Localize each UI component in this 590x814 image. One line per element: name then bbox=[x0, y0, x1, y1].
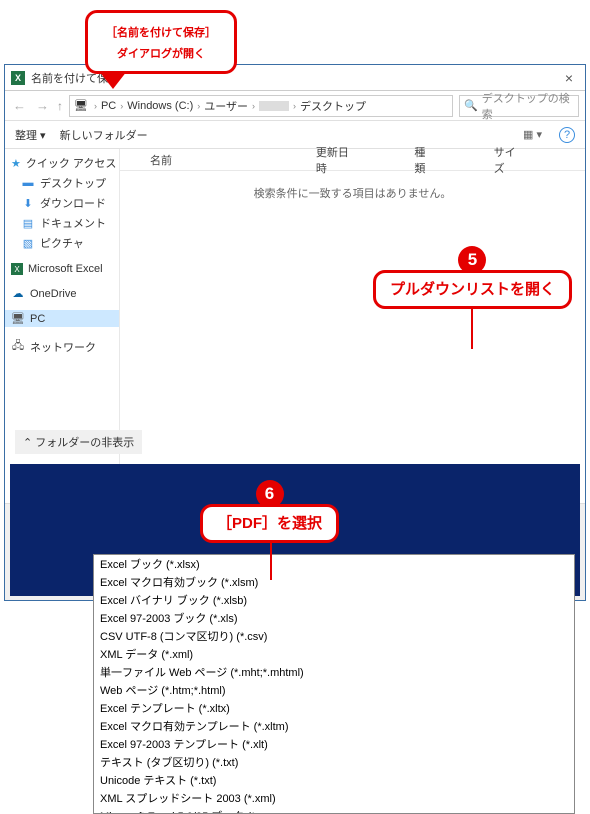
picture-icon: ▧ bbox=[21, 237, 35, 250]
help-button[interactable]: ? bbox=[559, 127, 575, 143]
pc-icon: 🖥 bbox=[74, 99, 88, 112]
sidebar-excel[interactable]: XMicrosoft Excel bbox=[5, 261, 119, 277]
sidebar-network[interactable]: 🖧ネットワーク bbox=[5, 335, 119, 358]
filetype-option[interactable]: テキスト (タブ区切り) (*.txt) bbox=[94, 753, 574, 771]
download-icon: ⬇ bbox=[21, 197, 35, 210]
filetype-option[interactable]: XML スプレッドシート 2003 (*.xml) bbox=[94, 789, 574, 807]
organize-button[interactable]: 整理 ▾ bbox=[15, 127, 46, 143]
col-name[interactable]: 名前 bbox=[150, 152, 316, 168]
forward-button[interactable]: → bbox=[34, 98, 51, 113]
desktop-icon: ▬ bbox=[21, 177, 35, 189]
breadcrumb-item[interactable]: デスクトップ bbox=[300, 98, 366, 114]
search-placeholder: デスクトップの検索 bbox=[482, 90, 574, 122]
callout-text: ［名前を付けて保存］ bbox=[106, 27, 216, 39]
breadcrumb-item[interactable]: PC bbox=[101, 100, 116, 112]
filetype-option[interactable]: Excel 97-2003 テンプレート (*.xlt) bbox=[94, 735, 574, 753]
callout-step-5: 5 プルダウンリストを開く bbox=[373, 246, 572, 349]
filetype-option[interactable]: Excel ブック (*.xlsx) bbox=[94, 555, 574, 573]
callout-pointer bbox=[99, 71, 127, 89]
callout-line bbox=[471, 307, 473, 349]
search-icon: 🔍 bbox=[464, 99, 478, 112]
filetype-option[interactable]: Microsoft Excel 5.0/95 ブック (*.x bbox=[94, 807, 574, 814]
filetype-option[interactable]: Excel マクロ有効ブック (*.xlsm) bbox=[94, 573, 574, 591]
callout-dialog-open: ［名前を付けて保存］ ダイアログが開く bbox=[85, 10, 237, 89]
filetype-option[interactable]: Excel 97-2003 ブック (*.xls) bbox=[94, 609, 574, 627]
sidebar-item-pictures[interactable]: ▧ピクチャ bbox=[5, 233, 119, 253]
search-input[interactable]: 🔍 デスクトップの検索 bbox=[459, 95, 579, 117]
column-headers: 名前 更新日時 種類 サイズ bbox=[120, 149, 585, 171]
callout-text: ［PDF］を選択 bbox=[200, 504, 339, 543]
excel-icon: X bbox=[11, 71, 25, 85]
up-button[interactable]: ↑ bbox=[57, 99, 63, 113]
breadcrumb-item[interactable]: ユーザー bbox=[204, 98, 248, 114]
filetype-option[interactable]: CSV UTF-8 (コンマ区切り) (*.csv) bbox=[94, 627, 574, 645]
callout-step-6: 6 ［PDF］を選択 bbox=[200, 480, 339, 543]
sidebar-pc[interactable]: 🖥PC bbox=[5, 310, 119, 327]
breadcrumb[interactable]: 🖥 ›PC ›Windows (C:) ›ユーザー › ›デスクトップ bbox=[69, 95, 453, 117]
filetype-option[interactable]: Excel テンプレート (*.xltx) bbox=[94, 699, 574, 717]
sidebar-item-desktop[interactable]: ▬デスクトップ bbox=[5, 173, 119, 193]
document-icon: ▤ bbox=[21, 217, 35, 230]
excel-icon: X bbox=[11, 263, 23, 275]
breadcrumb-item[interactable]: Windows (C:) bbox=[127, 100, 193, 112]
sidebar-quick-access[interactable]: ★クイック アクセス bbox=[5, 153, 119, 173]
filetype-option[interactable]: Excel マクロ有効テンプレート (*.xltm) bbox=[94, 717, 574, 735]
close-button[interactable]: × bbox=[559, 70, 579, 86]
filetype-option[interactable]: Excel バイナリ ブック (*.xlsb) bbox=[94, 591, 574, 609]
network-icon: 🖧 bbox=[11, 337, 25, 356]
filetype-option[interactable]: Web ページ (*.htm;*.html) bbox=[94, 681, 574, 699]
hide-folders-link[interactable]: ⌃ フォルダーの非表示 bbox=[15, 430, 142, 454]
sidebar-item-downloads[interactable]: ⬇ダウンロード bbox=[5, 193, 119, 213]
view-icon[interactable]: ▦ ▾ bbox=[520, 128, 545, 141]
pc-icon: 🖥 bbox=[11, 312, 25, 325]
breadcrumb-item[interactable] bbox=[259, 101, 289, 111]
callout-text: ダイアログが開く bbox=[117, 48, 205, 60]
callout-line bbox=[270, 542, 272, 580]
back-button[interactable]: ← bbox=[11, 98, 28, 113]
filetype-option[interactable]: 単一ファイル Web ページ (*.mht;*.mhtml) bbox=[94, 663, 574, 681]
filetype-options-list[interactable]: Excel ブック (*.xlsx)Excel マクロ有効ブック (*.xlsm… bbox=[93, 554, 575, 814]
new-folder-button[interactable]: 新しいフォルダー bbox=[60, 127, 148, 143]
sidebar-onedrive[interactable]: ☁OneDrive bbox=[5, 285, 119, 302]
navigation-bar: ← → ↑ 🖥 ›PC ›Windows (C:) ›ユーザー › ›デスクトッ… bbox=[5, 91, 585, 121]
star-icon: ★ bbox=[11, 157, 21, 170]
callout-text: プルダウンリストを開く bbox=[373, 270, 572, 309]
filetype-option[interactable]: XML データ (*.xml) bbox=[94, 645, 574, 663]
cloud-icon: ☁ bbox=[11, 287, 25, 300]
sidebar-item-documents[interactable]: ▤ドキュメント bbox=[5, 213, 119, 233]
empty-message: 検索条件に一致する項目はありません。 bbox=[120, 171, 585, 201]
filetype-option[interactable]: Unicode テキスト (*.txt) bbox=[94, 771, 574, 789]
